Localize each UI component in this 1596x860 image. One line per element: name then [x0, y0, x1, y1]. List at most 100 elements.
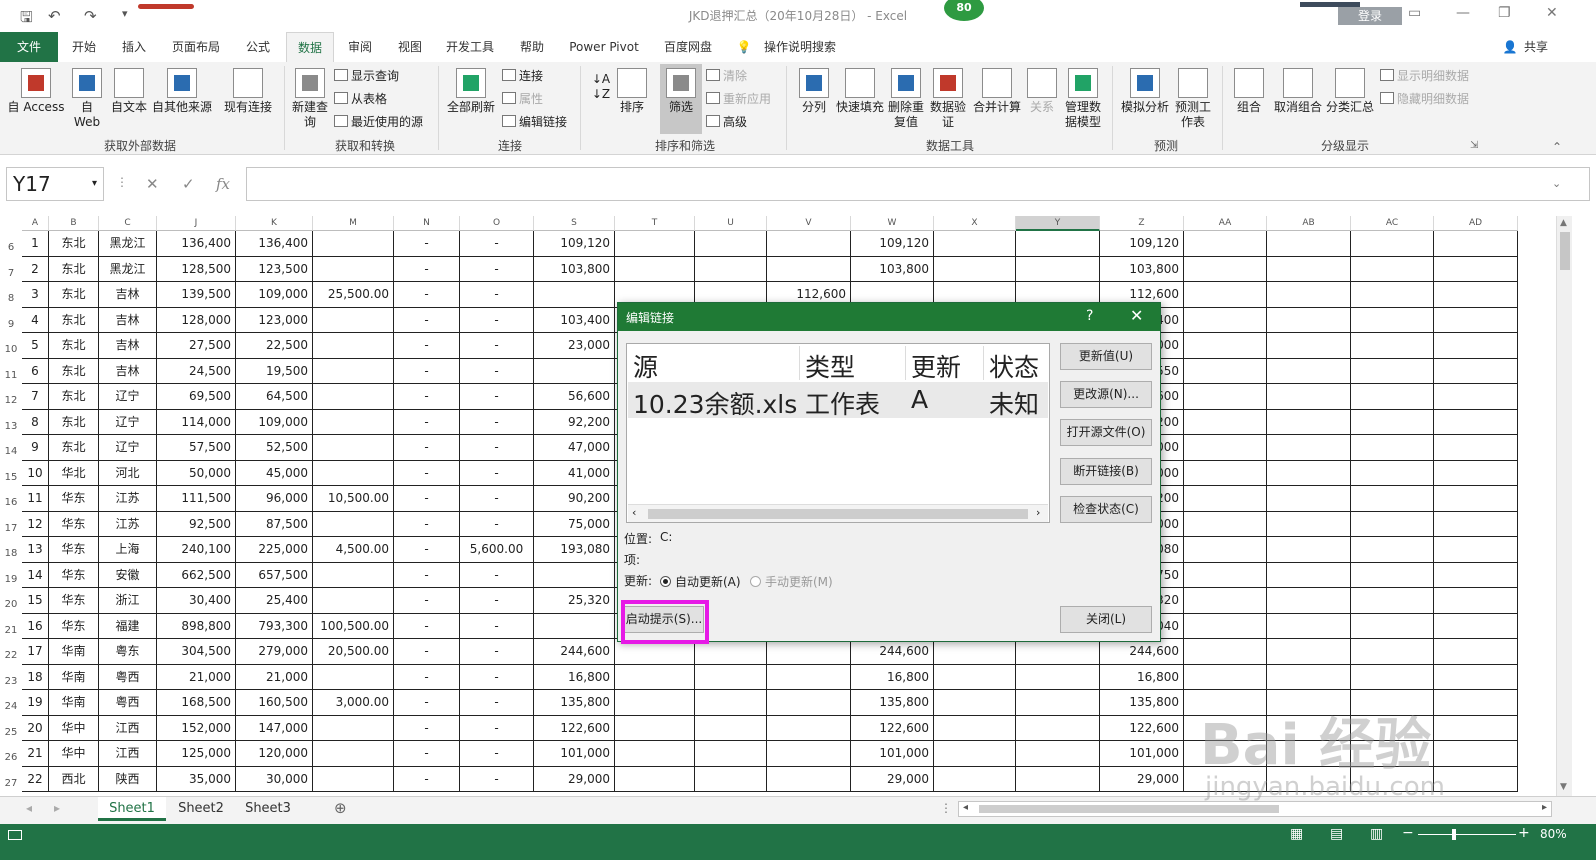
cell-k20[interactable]: 25,400: [236, 588, 313, 614]
cell-aa14[interactable]: [1184, 435, 1267, 461]
sort-button[interactable]: 排序: [614, 68, 650, 115]
column-header-n[interactable]: N: [394, 216, 460, 231]
cell-aa19[interactable]: [1184, 562, 1267, 588]
cell-a15[interactable]: 10: [22, 460, 49, 486]
cell-m13[interactable]: [313, 409, 394, 435]
cell-m23[interactable]: [313, 664, 394, 690]
column-header-b[interactable]: B: [49, 216, 99, 231]
cell-v27[interactable]: [767, 766, 851, 792]
filter-button[interactable]: 筛选: [660, 64, 702, 134]
close-button[interactable]: 关闭(L): [1060, 606, 1152, 633]
cell-m22[interactable]: 20,500.00: [313, 639, 394, 665]
cell-c15[interactable]: 河北: [99, 460, 157, 486]
cell-j6[interactable]: 136,400: [157, 231, 236, 257]
clear-filter-button[interactable]: 清除: [706, 66, 747, 86]
tab-baidu-netdisk[interactable]: 百度网盘: [656, 32, 720, 62]
from-web-button[interactable]: 自 Web: [70, 68, 104, 130]
cell-s26[interactable]: 101,000: [534, 741, 615, 767]
cell-k7[interactable]: 123,500: [236, 256, 313, 282]
cell-v22[interactable]: [767, 639, 851, 665]
cell-o14[interactable]: -: [460, 435, 534, 461]
cell-b16[interactable]: 华东: [49, 486, 99, 512]
change-source-button[interactable]: 更改源(N)...: [1060, 381, 1152, 408]
row-header[interactable]: 11: [0, 359, 22, 385]
tab-review[interactable]: 审阅: [340, 32, 380, 62]
column-header-v[interactable]: V: [767, 216, 851, 231]
cell-ab18[interactable]: [1267, 537, 1351, 563]
share-button[interactable]: 共享: [1520, 32, 1552, 62]
cell-m17[interactable]: [313, 511, 394, 537]
tab-data[interactable]: 数据: [286, 32, 334, 62]
cell-s9[interactable]: 103,400: [534, 307, 615, 333]
cell-ac20[interactable]: [1351, 588, 1434, 614]
cell-m24[interactable]: 3,000.00: [313, 690, 394, 716]
tell-me-search[interactable]: 操作说明搜索: [760, 32, 840, 62]
enter-icon[interactable]: ✓: [182, 175, 195, 193]
dialog-launcher-icon[interactable]: ⇲: [1470, 140, 1478, 151]
cell-k15[interactable]: 45,000: [236, 460, 313, 486]
radio-unselected-icon[interactable]: [750, 576, 761, 587]
cell-k12[interactable]: 64,500: [236, 384, 313, 410]
scroll-right-icon[interactable]: ›: [1036, 506, 1040, 519]
row-header[interactable]: 9: [0, 308, 22, 334]
login-button[interactable]: 登录: [1338, 7, 1402, 25]
cell-aa6[interactable]: [1184, 231, 1267, 257]
show-detail-button[interactable]: 显示明细数据: [1380, 66, 1469, 86]
cell-m18[interactable]: 4,500.00: [313, 537, 394, 563]
cell-n19[interactable]: -: [394, 562, 460, 588]
list-horizontal-scrollbar[interactable]: ‹ ›: [628, 504, 1048, 522]
forecast-sheet-button[interactable]: 预测工作表: [1172, 68, 1214, 130]
tab-home[interactable]: 开始: [62, 32, 106, 62]
page-break-view-icon[interactable]: ▥: [1370, 826, 1383, 842]
advanced-filter-button[interactable]: 高级: [706, 112, 747, 132]
next-sheet-icon[interactable]: ▸: [54, 801, 60, 815]
cell-a14[interactable]: 9: [22, 435, 49, 461]
cell-o26[interactable]: -: [460, 741, 534, 767]
zoom-in-icon[interactable]: +: [1518, 825, 1530, 841]
cell-w22[interactable]: 244,600: [851, 639, 934, 665]
cell-w23[interactable]: 16,800: [851, 664, 934, 690]
cell-aa23[interactable]: [1184, 664, 1267, 690]
cell-aa22[interactable]: [1184, 639, 1267, 665]
ungroup-button[interactable]: 取消组合: [1270, 68, 1326, 115]
update-values-button[interactable]: 更新值(U): [1060, 343, 1152, 370]
cell-m11[interactable]: [313, 358, 394, 384]
cell-n24[interactable]: -: [394, 690, 460, 716]
cell-c24[interactable]: 粤西: [99, 690, 157, 716]
cell-m10[interactable]: [313, 333, 394, 359]
row-header[interactable]: 15: [0, 461, 22, 487]
formula-input[interactable]: [246, 167, 1590, 201]
cell-k27[interactable]: 30,000: [236, 766, 313, 792]
cell-a19[interactable]: 14: [22, 562, 49, 588]
cell-c10[interactable]: 吉林: [99, 333, 157, 359]
column-header-o[interactable]: O: [460, 216, 534, 231]
cell-aa9[interactable]: [1184, 307, 1267, 333]
cell-o25[interactable]: -: [460, 715, 534, 741]
column-header-m[interactable]: M: [313, 216, 394, 231]
cell-t23[interactable]: [615, 664, 695, 690]
cell-ab13[interactable]: [1267, 409, 1351, 435]
cell-a8[interactable]: 3: [22, 282, 49, 308]
cell-u6[interactable]: [695, 231, 767, 257]
cell-y27[interactable]: [1016, 766, 1100, 792]
cell-v26[interactable]: [767, 741, 851, 767]
cell-k23[interactable]: 21,000: [236, 664, 313, 690]
dialog-close-icon[interactable]: ✕: [1130, 306, 1143, 325]
cell-n20[interactable]: -: [394, 588, 460, 614]
cell-j8[interactable]: 139,500: [157, 282, 236, 308]
cell-j7[interactable]: 128,500: [157, 256, 236, 282]
cell-y6[interactable]: [1016, 231, 1100, 257]
cell-ad8[interactable]: [1434, 282, 1518, 308]
cell-y24[interactable]: [1016, 690, 1100, 716]
cell-c26[interactable]: 江西: [99, 741, 157, 767]
cell-k9[interactable]: 123,000: [236, 307, 313, 333]
cell-k18[interactable]: 225,000: [236, 537, 313, 563]
cancel-icon[interactable]: ✕: [146, 175, 159, 193]
cell-o15[interactable]: -: [460, 460, 534, 486]
cell-j13[interactable]: 114,000: [157, 409, 236, 435]
cell-c20[interactable]: 浙江: [99, 588, 157, 614]
cell-n26[interactable]: -: [394, 741, 460, 767]
cell-ad12[interactable]: [1434, 384, 1518, 410]
cell-s17[interactable]: 75,000: [534, 511, 615, 537]
cell-ad23[interactable]: [1434, 664, 1518, 690]
